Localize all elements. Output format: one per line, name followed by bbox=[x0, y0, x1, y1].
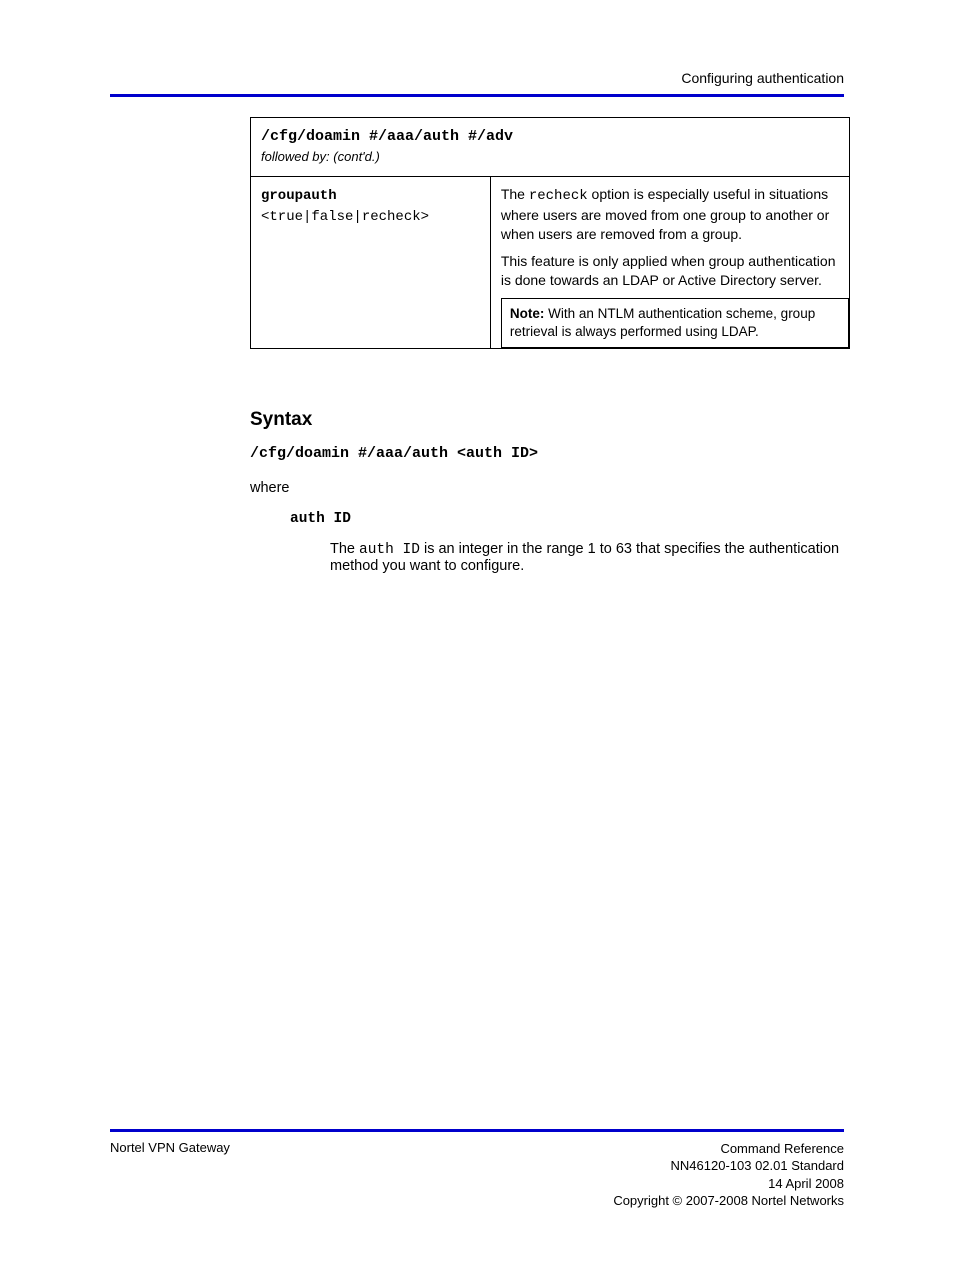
note-label: Note: bbox=[510, 306, 545, 321]
desc-para-1-pre: The bbox=[501, 186, 529, 202]
table-subcaption-prefix: followed by: bbox=[261, 149, 330, 164]
cmd-name: groupauth bbox=[261, 188, 337, 204]
where-label: where bbox=[250, 480, 844, 496]
table-title-cell: /cfg/doamin #/aaa/auth #/adv followed by… bbox=[251, 118, 850, 177]
footer-right-2: NN46120-103 02.01 Standard bbox=[613, 1157, 844, 1175]
header-rule bbox=[110, 94, 844, 97]
table-left-cell: groupauth <true|false|recheck> bbox=[251, 177, 491, 349]
desc-para-1-code: recheck bbox=[529, 188, 588, 204]
section-title: Syntax bbox=[250, 409, 844, 431]
param-label: auth ID bbox=[290, 511, 351, 527]
table-title-path: /cfg/doamin #/aaa/auth #/adv bbox=[261, 128, 513, 145]
cmd-options: <true|false|recheck> bbox=[261, 209, 429, 225]
table-subcaption-note: (cont'd.) bbox=[333, 149, 380, 164]
page-header-right: Configuring authentication bbox=[110, 70, 844, 86]
syntax-line: /cfg/doamin #/aaa/auth <auth ID> bbox=[250, 445, 844, 462]
footer-right-3: 14 April 2008 bbox=[613, 1175, 844, 1193]
footer-copyright: Copyright © 2007-2008 Nortel Networks bbox=[613, 1192, 844, 1210]
desc-para-1: The recheck option is especially useful … bbox=[501, 185, 839, 244]
footer-rule bbox=[110, 1129, 844, 1132]
command-table: /cfg/doamin #/aaa/auth #/adv followed by… bbox=[250, 117, 850, 349]
param-desc-code: auth ID bbox=[359, 542, 420, 558]
param-desc-pre: The bbox=[330, 541, 359, 557]
note-box: Note: With an NTLM authentication scheme… bbox=[501, 298, 849, 348]
footer-right-1: Command Reference bbox=[613, 1140, 844, 1158]
footer-left: Nortel VPN Gateway bbox=[110, 1140, 230, 1210]
table-right-cell: The recheck option is especially useful … bbox=[490, 177, 849, 349]
note-text: With an NTLM authentication scheme, grou… bbox=[510, 306, 815, 339]
desc-para-2: This feature is only applied when group … bbox=[501, 252, 839, 290]
page-footer: Nortel VPN Gateway Command Reference NN4… bbox=[110, 1129, 844, 1210]
param-desc: The auth ID is an integer in the range 1… bbox=[330, 541, 844, 574]
